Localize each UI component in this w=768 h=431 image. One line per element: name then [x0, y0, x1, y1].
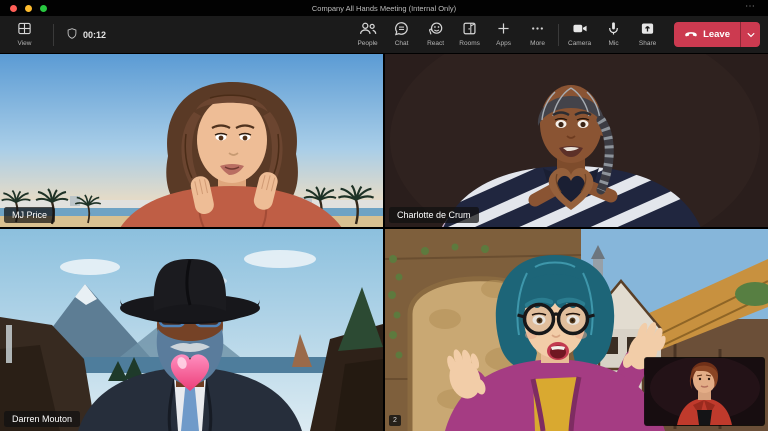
chat-button[interactable]: Chat — [385, 18, 418, 52]
self-view-tile[interactable] — [645, 358, 764, 425]
people-label: People — [357, 41, 377, 48]
video-tile-darren-mouton[interactable]: Darren Mouton — [0, 229, 383, 431]
share-icon — [640, 21, 655, 39]
leave-button[interactable]: Leave — [674, 22, 760, 47]
more-label: More — [530, 41, 545, 48]
camera-button[interactable]: Camera — [563, 18, 596, 52]
leave-label: Leave — [703, 29, 730, 40]
avatar-mj-price — [0, 54, 383, 227]
apps-button[interactable]: Apps — [487, 18, 520, 52]
rooms-button[interactable]: Rooms — [453, 18, 486, 52]
mic-label: Mic — [609, 41, 619, 48]
video-tile-speaker[interactable]: 2 — [385, 229, 768, 431]
video-grid: MJ Price — [0, 54, 768, 431]
participant-name-label: Darren Mouton — [4, 411, 80, 427]
react-icon — [427, 21, 444, 39]
mic-icon — [606, 21, 621, 39]
avatar-darren-mouton — [0, 229, 383, 431]
camera-icon — [572, 21, 588, 39]
mic-button[interactable]: Mic — [597, 18, 630, 52]
hangup-phone-icon — [684, 29, 698, 41]
chat-label: Chat — [395, 41, 409, 48]
people-icon — [359, 21, 377, 39]
participant-name-label: Charlotte de Crum — [389, 207, 479, 223]
view-label: View — [18, 41, 32, 48]
toolbar-divider — [53, 24, 54, 46]
share-label: Share — [639, 41, 656, 48]
people-button[interactable]: People — [351, 18, 384, 52]
view-button[interactable]: View — [8, 18, 41, 52]
minimize-window-icon[interactable] — [25, 5, 32, 12]
video-tile-mj-price[interactable]: MJ Price — [0, 54, 383, 227]
timer-value: 00:12 — [83, 30, 106, 40]
chat-icon — [394, 21, 409, 39]
apps-label: Apps — [496, 41, 511, 48]
video-tile-charlotte-de-crum[interactable]: Charlotte de Crum — [385, 54, 768, 227]
react-button[interactable]: React — [419, 18, 452, 52]
close-window-icon[interactable] — [10, 5, 17, 12]
window-more-icon[interactable]: ⋯ — [745, 0, 756, 14]
window-titlebar: Company All Hands Meeting (Internal Only… — [0, 0, 768, 16]
share-button[interactable]: Share — [631, 18, 664, 52]
meeting-toolbar: View 00:12 People Chat — [0, 16, 768, 54]
traffic-lights — [0, 5, 47, 12]
react-label: React — [427, 41, 444, 48]
leave-options-chevron-down-icon[interactable] — [741, 22, 760, 47]
shield-icon — [66, 27, 78, 42]
avatar-self-view — [645, 358, 764, 425]
rooms-icon — [462, 21, 477, 39]
meeting-timer: 00:12 — [66, 27, 106, 42]
more-button[interactable]: More — [521, 18, 554, 52]
toolbar-divider — [558, 24, 559, 46]
apps-plus-icon — [496, 21, 511, 39]
teams-meeting-window: Company All Hands Meeting (Internal Only… — [0, 0, 768, 431]
participant-count-badge: 2 — [389, 415, 401, 426]
more-ellipsis-icon — [530, 21, 545, 39]
window-title: Company All Hands Meeting (Internal Only… — [0, 4, 768, 13]
view-grid-icon — [17, 21, 32, 39]
rooms-label: Rooms — [459, 41, 480, 48]
zoom-window-icon[interactable] — [40, 5, 47, 12]
camera-label: Camera — [568, 41, 591, 48]
participant-name-label: MJ Price — [4, 207, 55, 223]
avatar-charlotte-de-crum — [385, 54, 768, 227]
